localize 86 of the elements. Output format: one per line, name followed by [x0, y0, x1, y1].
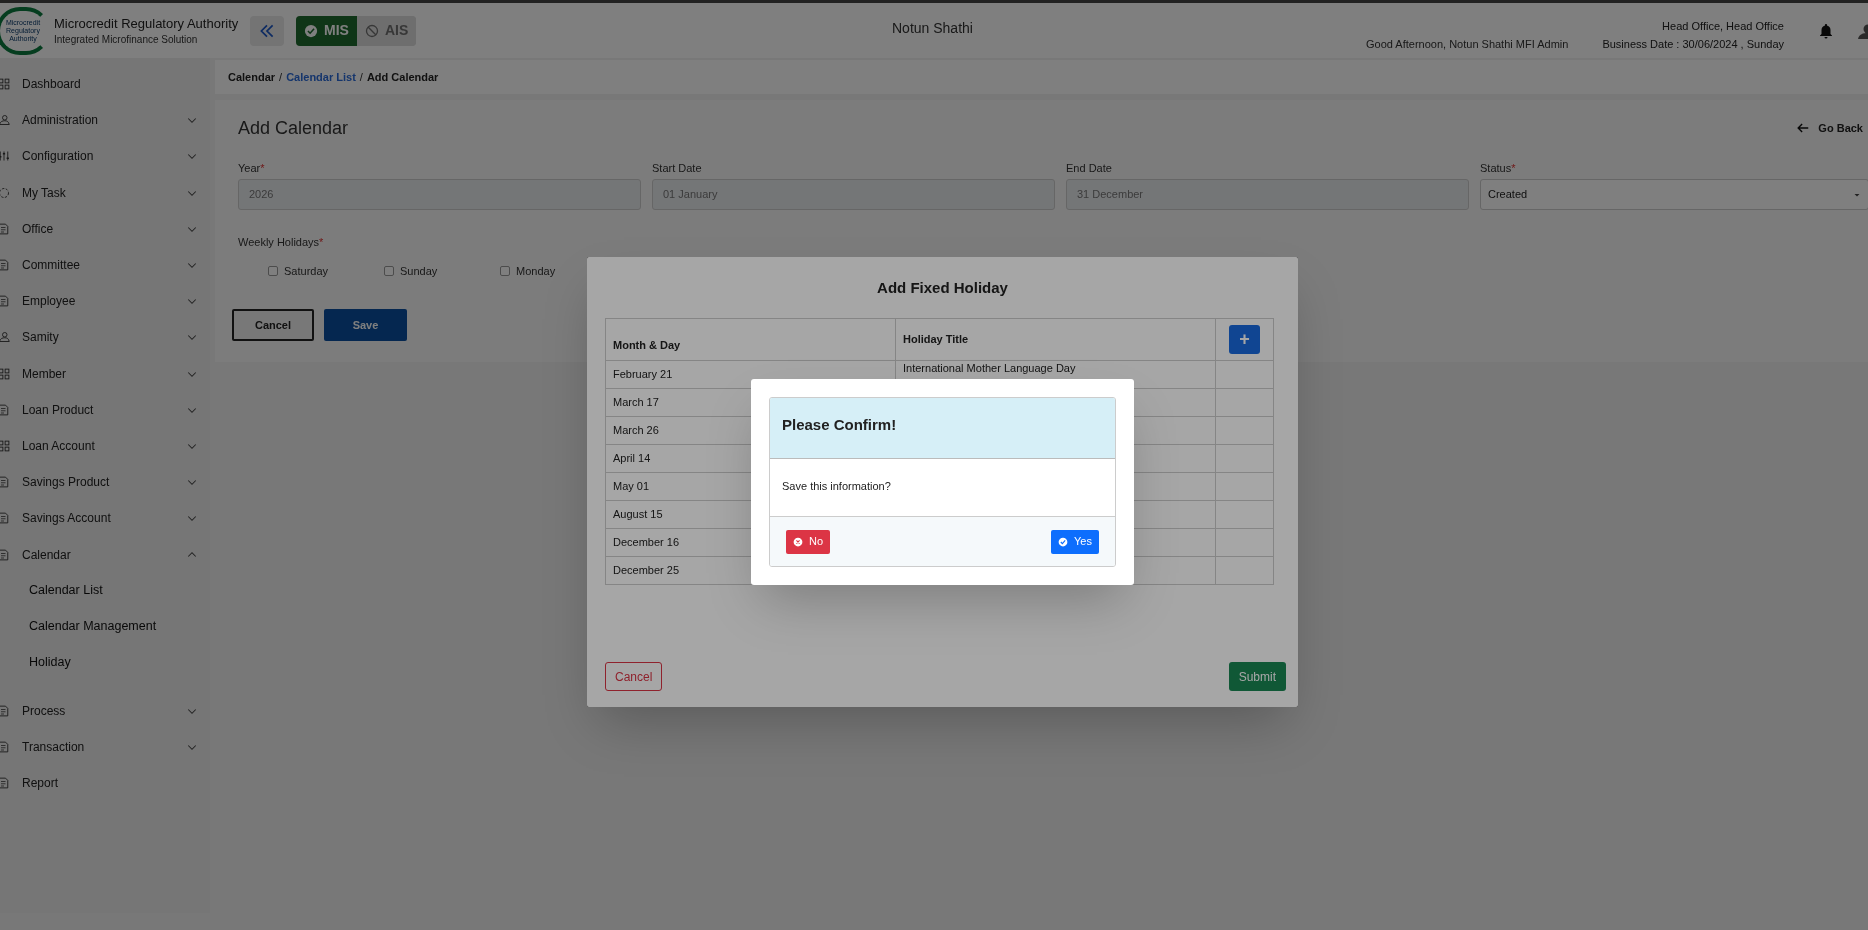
document-icon: [0, 295, 10, 308]
org-name: Microcredit Regulatory Authority: [54, 14, 240, 33]
sidebar-item[interactable]: Savings Product: [0, 464, 210, 501]
confirm-title: Please Confirm!: [782, 416, 897, 433]
greeting-text: Good Afternoon, Notun Shathi MFI Admin: [1365, 37, 1569, 53]
check-circle-icon: [304, 23, 318, 38]
business-date: Business Date : 30/06/2024 , Sunday: [1602, 36, 1784, 52]
page-title: Add Calendar: [238, 116, 349, 140]
breadcrumb-separator: /: [279, 69, 283, 85]
checkbox-label: Sunday: [400, 263, 438, 279]
checkbox[interactable]: [500, 265, 510, 276]
arrow-left-icon: [1796, 121, 1811, 135]
sliders-icon: [0, 150, 10, 163]
document-icon: [0, 259, 10, 272]
document-icon: [0, 704, 10, 717]
checkbox-label: Monday: [516, 263, 556, 279]
grid-icon: [0, 367, 10, 380]
company-name: Notun Shathi: [892, 19, 973, 38]
save-button[interactable]: Save: [324, 309, 407, 341]
office-name: Head Office, Head Office: [1662, 18, 1784, 34]
org-subtitle: Integrated Microfinance Solution: [54, 32, 199, 47]
checkbox[interactable]: [268, 265, 278, 276]
field-label: Status*: [1480, 161, 1517, 176]
people-icon: [0, 331, 10, 344]
document-icon: [0, 476, 10, 489]
no-button[interactable]: No: [786, 529, 831, 554]
sidebar-item[interactable]: Employee: [0, 283, 210, 320]
sidebar-item[interactable]: Calendar: [0, 536, 210, 573]
column-header: Month & Day: [605, 318, 896, 360]
bell-icon: [1818, 22, 1834, 39]
sidebar-item[interactable]: Report: [0, 765, 210, 802]
go-back-link[interactable]: Go Back: [1796, 119, 1863, 137]
dialog-title: Add Fixed Holiday: [877, 278, 1008, 298]
breadcrumb-separator: /: [359, 69, 363, 85]
sidebar-item[interactable]: My Task: [0, 174, 210, 211]
input-field[interactable]: 2026: [238, 179, 641, 210]
grid-icon: [0, 439, 10, 452]
input-field[interactable]: 31 December: [1066, 179, 1469, 210]
document-icon: [0, 740, 10, 753]
document-icon: [0, 403, 10, 416]
table-cell: International Mother Language Day: [903, 361, 1076, 374]
field-label: End Date: [1066, 161, 1113, 176]
sidebar-subitem[interactable]: Calendar Management: [0, 608, 210, 645]
sidebar-item[interactable]: Loan Account: [0, 427, 210, 465]
document-icon: [0, 548, 10, 561]
document-icon: [0, 512, 10, 525]
sidebar-subitem[interactable]: Calendar List: [0, 572, 210, 609]
grid-icon: [0, 78, 10, 91]
sidebar-item[interactable]: Loan Product: [0, 391, 210, 428]
sidebar-item[interactable]: Samity: [0, 319, 210, 356]
notifications-button[interactable]: [1818, 22, 1834, 39]
sidebar-item[interactable]: Office: [0, 210, 210, 247]
sidebar-item[interactable]: Member: [0, 355, 210, 392]
field-label: Year*: [238, 161, 266, 176]
field-label: Start Date: [652, 161, 703, 176]
add-row-button[interactable]: +: [1229, 324, 1260, 354]
collapse-button[interactable]: [250, 15, 284, 46]
close-circle-icon: [793, 536, 803, 547]
breadcrumb-link[interactable]: Calendar List: [286, 68, 356, 86]
sidebar-item[interactable]: Transaction: [0, 728, 210, 765]
sidebar-item[interactable]: Dashboard: [0, 66, 210, 103]
input-field[interactable]: 01 January: [652, 179, 1055, 210]
sidebar-item[interactable]: Configuration: [0, 138, 210, 175]
cancel-button[interactable]: Cancel: [232, 309, 314, 341]
cancel-button[interactable]: Cancel: [605, 662, 663, 691]
sidebar-item[interactable]: Savings Account: [0, 500, 210, 537]
document-icon: [0, 222, 10, 235]
breadcrumb-text: Calendar: [228, 69, 276, 85]
submit-button[interactable]: Submit: [1228, 662, 1286, 691]
blocked-icon: [364, 23, 379, 38]
module-toggle[interactable]: MIS: [296, 15, 357, 46]
confirm-message: Save this information?: [782, 480, 891, 492]
field-label: Weekly Holidays*: [238, 235, 324, 250]
status-select[interactable]: Created: [1480, 179, 1868, 210]
checkbox-label: Saturday: [284, 263, 329, 279]
column-header: Holiday Title: [895, 318, 1216, 360]
document-icon: [0, 777, 10, 790]
checkbox[interactable]: [384, 265, 394, 276]
sidebar-item[interactable]: Committee: [0, 246, 210, 284]
breadcrumb-text: Add Calendar: [366, 69, 439, 85]
sidebar-subitem[interactable]: Holiday: [0, 644, 210, 681]
people-icon: [0, 114, 10, 127]
yes-button[interactable]: Yes: [1051, 529, 1099, 554]
sidebar-item[interactable]: Administration: [0, 102, 210, 139]
sidebar-item[interactable]: Process: [0, 692, 210, 729]
check-circle-icon: [1058, 536, 1069, 547]
